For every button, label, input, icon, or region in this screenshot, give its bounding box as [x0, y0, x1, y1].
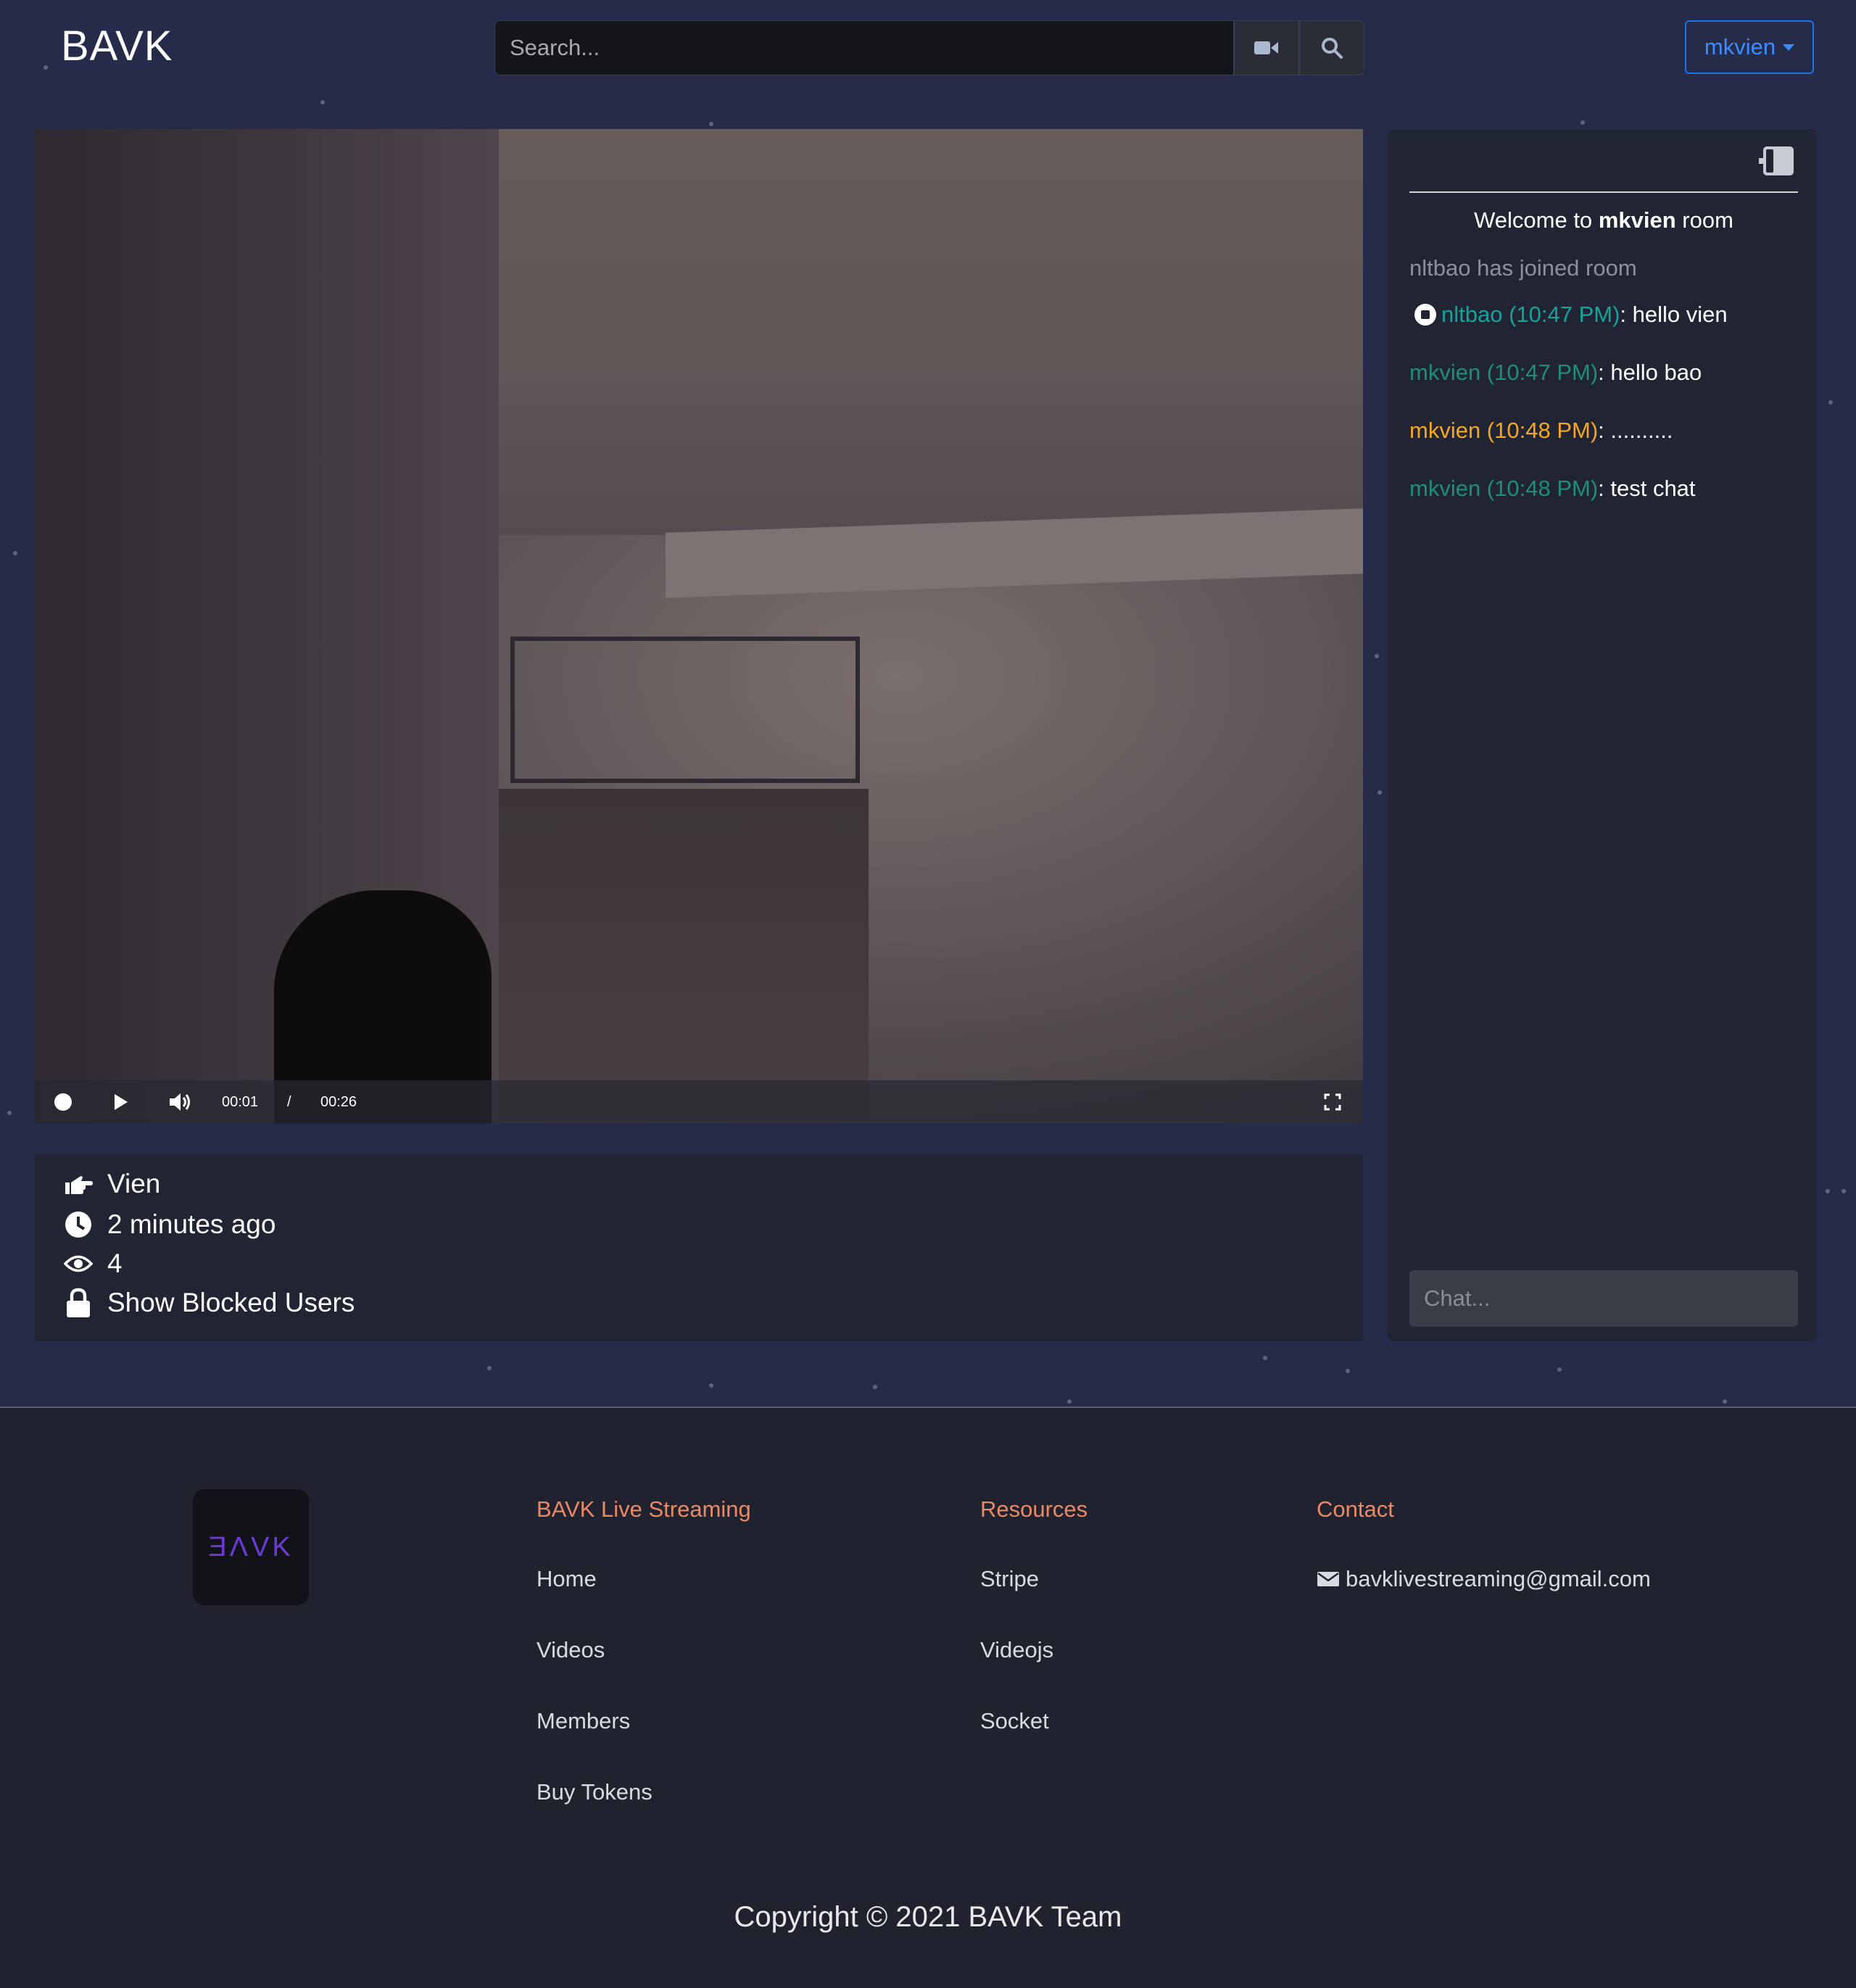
footer-link-stripe[interactable]: Stripe: [980, 1566, 1039, 1592]
chat-message-user[interactable]: mkvien (10:47 PM): [1409, 360, 1598, 385]
time-separator: /: [287, 1093, 291, 1110]
chat-message: mkvien (10:47 PM): hello bao: [1409, 360, 1702, 386]
chat-message: mkvien (10:48 PM): test chat: [1409, 476, 1696, 502]
search-icon: [1322, 38, 1343, 59]
fullscreen-icon: [1324, 1093, 1341, 1111]
chat-message-user[interactable]: nltbao (10:47 PM): [1441, 302, 1620, 327]
join-text: has joined room: [1477, 255, 1637, 281]
video-controls: 00:01 / 00:26: [35, 1080, 1363, 1124]
search-bar: [494, 20, 1364, 75]
eye-icon: [62, 1254, 94, 1273]
viewers-row: 4: [62, 1248, 123, 1279]
volume-icon: [170, 1093, 190, 1111]
viewer-count: 4: [107, 1248, 123, 1278]
copyright: Copyright © 2021 BAVK Team: [734, 1901, 1122, 1933]
footer-link-socket[interactable]: Socket: [980, 1708, 1049, 1734]
chat-message-user[interactable]: mkvien (10:48 PM): [1409, 418, 1598, 443]
footer-logo-text: ƎΛVK: [208, 1531, 294, 1562]
lock-icon: [62, 1288, 94, 1318]
video-frame-window: [510, 637, 860, 783]
join-user: nltbao: [1409, 255, 1471, 281]
chat-input[interactable]: [1409, 1270, 1798, 1327]
go-live-button[interactable]: [1234, 20, 1299, 75]
stream-started: 2 minutes ago: [107, 1209, 276, 1239]
chevron-down-icon: [1783, 44, 1795, 51]
current-time: 00:01: [222, 1093, 259, 1110]
search-button[interactable]: [1299, 20, 1364, 75]
chat-message-user[interactable]: mkvien (10:48 PM): [1409, 476, 1598, 501]
pointing-hand-icon: [62, 1172, 94, 1196]
footer: ƎΛVK BAVK Live Streaming Home Videos Mem…: [0, 1407, 1856, 1988]
play-icon: [115, 1094, 128, 1110]
search-input[interactable]: [494, 20, 1234, 75]
user-dot-icon: [1414, 304, 1436, 326]
user-menu-button[interactable]: mkvien: [1685, 20, 1814, 74]
chat-message: mkvien (10:48 PM): ..........: [1409, 418, 1673, 444]
streamer-name: Vien: [107, 1169, 161, 1198]
footer-heading-resources: Resources: [980, 1496, 1088, 1522]
streamer-row: Vien: [62, 1169, 160, 1199]
footer-heading-contact: Contact: [1317, 1496, 1394, 1522]
clock-icon: [62, 1211, 94, 1238]
welcome-suffix: room: [1682, 207, 1733, 233]
envelope-icon: [1317, 1572, 1339, 1586]
chat-message-text: : hello vien: [1620, 302, 1728, 327]
chat-divider: [1409, 191, 1798, 193]
chat-message-text: : test chat: [1598, 476, 1696, 501]
footer-link-videos[interactable]: Videos: [536, 1637, 605, 1663]
duration: 00:26: [320, 1093, 357, 1110]
footer-contact-email[interactable]: bavklivestreaming@gmail.com: [1317, 1566, 1651, 1592]
footer-email-text: bavklivestreaming@gmail.com: [1346, 1566, 1651, 1591]
footer-link-videojs[interactable]: Videojs: [980, 1637, 1053, 1663]
welcome-prefix: Welcome to: [1474, 207, 1593, 233]
footer-link-buy-tokens[interactable]: Buy Tokens: [536, 1779, 652, 1805]
play-button[interactable]: [113, 1080, 129, 1124]
record-button[interactable]: [54, 1080, 72, 1124]
chat-welcome: Welcome to mkvien room: [1409, 207, 1798, 233]
footer-heading-streaming: BAVK Live Streaming: [536, 1496, 751, 1522]
chat-panel: Welcome to mkvien room nltbao has joined…: [1388, 129, 1817, 1341]
brand-logo[interactable]: BAVK: [61, 22, 173, 70]
chat-message-text: : ..........: [1598, 418, 1673, 443]
sidebar-toggle-icon: [1759, 146, 1794, 175]
record-icon: [54, 1093, 72, 1111]
started-row: 2 minutes ago: [62, 1209, 276, 1240]
chat-message: nltbao (10:47 PM): hello vien: [1414, 302, 1728, 328]
footer-link-members[interactable]: Members: [536, 1708, 630, 1734]
user-menu-label: mkvien: [1704, 34, 1776, 59]
blocked-users-link[interactable]: Show Blocked Users: [62, 1288, 355, 1318]
chat-message-text: : hello bao: [1598, 360, 1702, 385]
stream-info-panel: Vien 2 minutes ago 4 Show Blocked Users: [35, 1154, 1363, 1341]
sidebar-toggle-button[interactable]: [1757, 145, 1795, 181]
blocked-users-label: Show Blocked Users: [107, 1288, 355, 1317]
video-camera-icon: [1254, 41, 1278, 54]
video-frame-door: [499, 789, 869, 1124]
footer-link-home[interactable]: Home: [536, 1566, 597, 1592]
volume-button[interactable]: [168, 1080, 193, 1124]
footer-logo[interactable]: ƎΛVK: [193, 1489, 309, 1605]
fullscreen-button[interactable]: [1324, 1080, 1341, 1124]
video-player[interactable]: 00:01 / 00:26: [35, 129, 1363, 1124]
welcome-room: mkvien: [1598, 207, 1676, 233]
join-notice: nltbao has joined room: [1409, 255, 1637, 281]
